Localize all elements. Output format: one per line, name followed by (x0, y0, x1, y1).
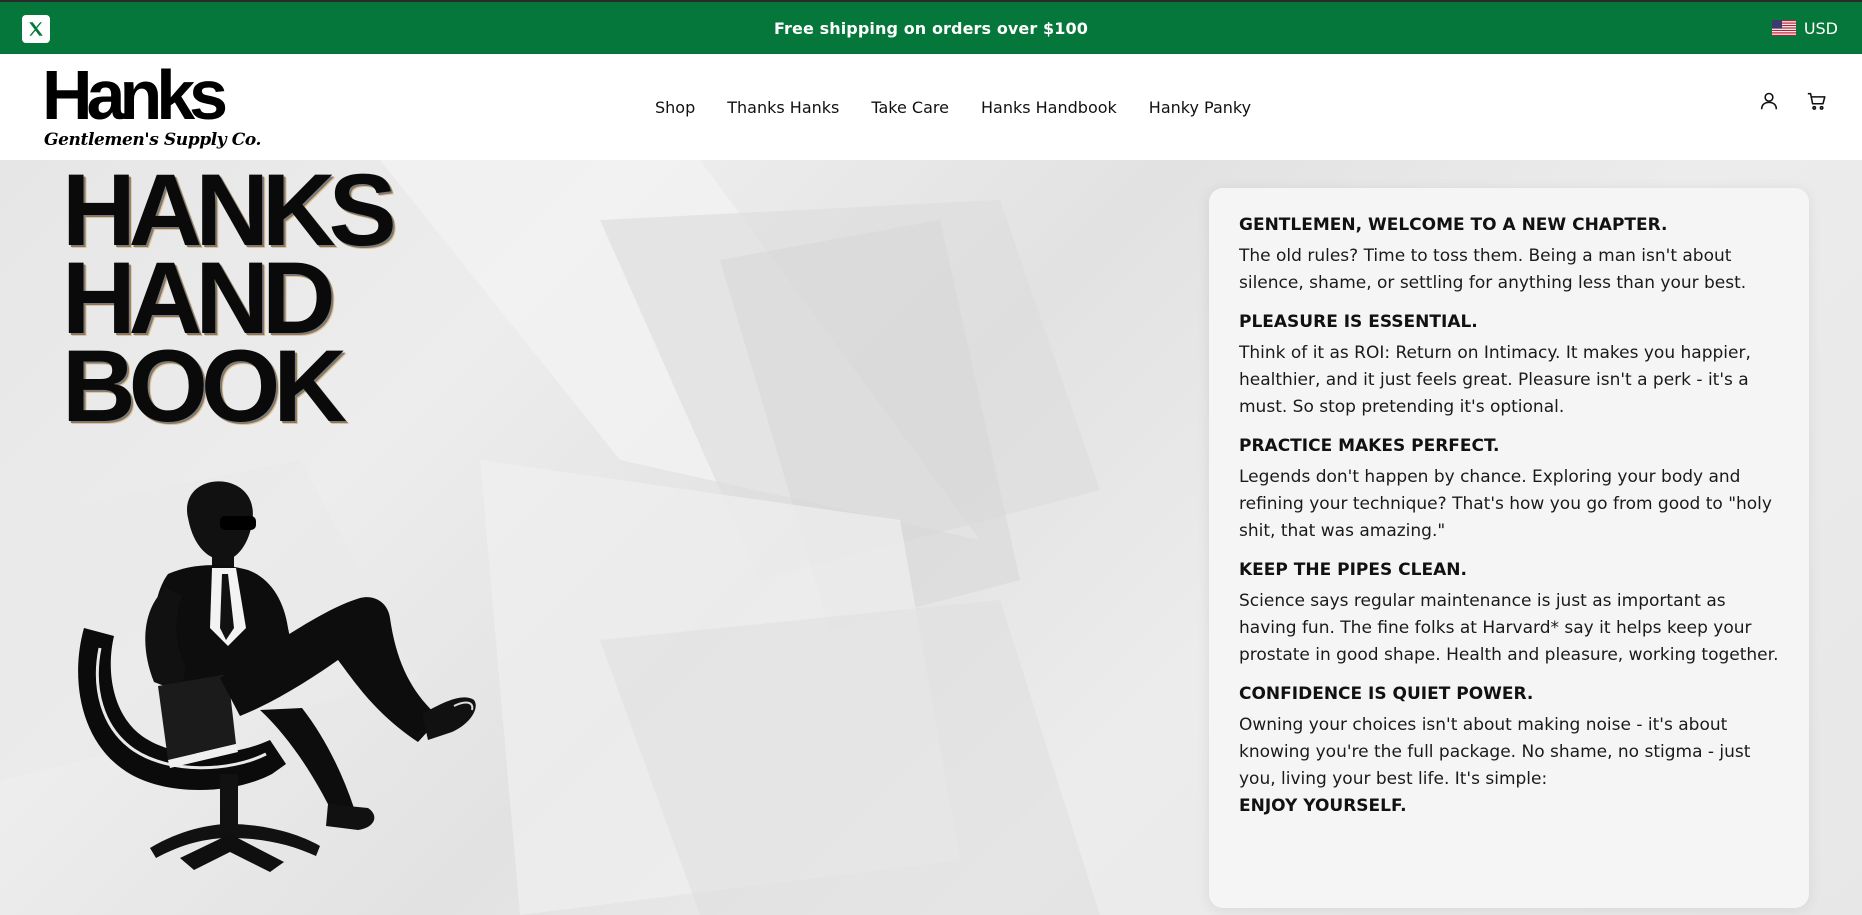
handbook-section: PLEASURE IS ESSENTIAL. Think of it as RO… (1239, 311, 1779, 421)
handbook-section: KEEP THE PIPES CLEAN. Science says regul… (1239, 559, 1779, 669)
section-body: Legends don't happen by chance. Explorin… (1239, 467, 1772, 541)
header-actions (1758, 90, 1828, 112)
section-closing: ENJOY YOURSELF. (1239, 796, 1407, 816)
nav-item-take-care[interactable]: Take Care (871, 98, 949, 117)
handbook-section: PRACTICE MAKES PERFECT. Legends don't ha… (1239, 435, 1779, 545)
section-heading: PLEASURE IS ESSENTIAL. (1239, 312, 1478, 332)
brand-logo[interactable]: Hanks Gentlemen's Supply Co. (42, 60, 261, 154)
section-body: Think of it as ROI: Return on Intimacy. … (1239, 343, 1751, 417)
us-flag-icon (1771, 20, 1796, 36)
nav-item-hanky-panky[interactable]: Hanky Panky (1149, 98, 1251, 117)
site-header: Hanks Gentlemen's Supply Co. Shop Thanks… (0, 54, 1862, 160)
section-body: Owning your choices isn't about making n… (1239, 715, 1751, 789)
hero-section: HANKS HAND BOOK GENTLEMEN, WELCOME TO A … (0, 160, 1862, 915)
account-icon[interactable] (1758, 90, 1780, 112)
announcement-text: Free shipping on orders over $100 (774, 18, 1088, 38)
currency-selector[interactable]: USD (1771, 2, 1838, 54)
main-nav: Shop Thanks Hanks Take Care Hanks Handbo… (655, 54, 1251, 160)
nav-item-shop[interactable]: Shop (655, 98, 695, 117)
nav-item-thanks-hanks[interactable]: Thanks Hanks (727, 98, 839, 117)
hero-title: HANKS HAND BOOK (62, 160, 397, 443)
section-heading: CONFIDENCE IS QUIET POWER. (1239, 684, 1534, 704)
currency-label: USD (1803, 18, 1838, 38)
cart-icon[interactable] (1806, 90, 1828, 112)
section-heading: PRACTICE MAKES PERFECT. (1239, 436, 1500, 456)
hero-title-line: BOOK (62, 329, 347, 443)
brand-tagline: Gentlemen's Supply Co. (44, 130, 262, 150)
section-body: Science says regular maintenance is just… (1239, 591, 1779, 665)
nav-item-hanks-handbook[interactable]: Hanks Handbook (981, 98, 1117, 117)
brand-name: Hanks (42, 56, 228, 134)
announcement-bar: Free shipping on orders over $100 USD (0, 0, 1862, 54)
section-heading: KEEP THE PIPES CLEAN. (1239, 560, 1467, 580)
x-icon[interactable] (22, 15, 50, 43)
section-heading: GENTLEMEN, WELCOME TO A NEW CHAPTER. (1239, 215, 1668, 235)
section-body: The old rules? Time to toss them. Being … (1239, 246, 1747, 293)
handbook-section: CONFIDENCE IS QUIET POWER. Owning your c… (1239, 683, 1779, 820)
handbook-card: GENTLEMEN, WELCOME TO A NEW CHAPTER. The… (1209, 188, 1809, 908)
gentleman-silhouette-illustration (78, 481, 476, 872)
handbook-section: GENTLEMEN, WELCOME TO A NEW CHAPTER. The… (1239, 214, 1779, 297)
